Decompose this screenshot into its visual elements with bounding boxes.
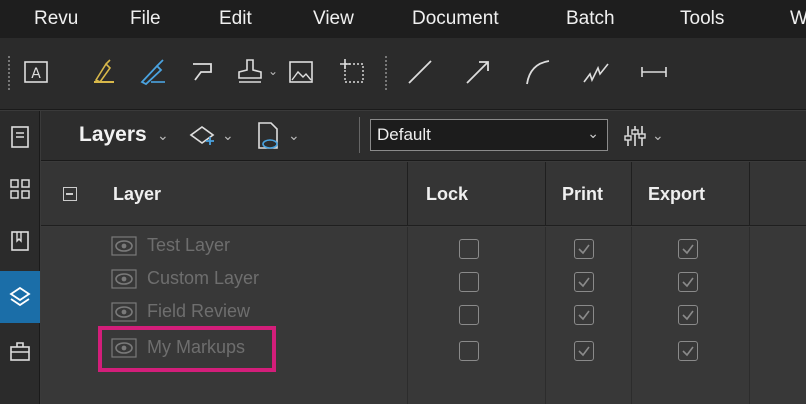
visibility-eye-icon[interactable] [111,301,137,322]
menu-view[interactable]: View [313,8,354,30]
column-divider [749,227,750,404]
table-row[interactable]: Custom Layer [41,264,806,298]
chevron-down-icon: ⌄ [587,125,599,141]
menu-bar: Revu File Edit View Document Batch Tools… [0,0,806,38]
layer-preset-value: Default [377,125,431,144]
line-icon[interactable] [402,54,438,90]
arrow-icon[interactable] [460,54,496,90]
pen-icon[interactable] [135,54,171,90]
print-checkbox[interactable] [574,239,594,259]
layer-name: Test Layer [147,235,231,255]
stamp-icon[interactable] [233,54,269,90]
layer-name-cell: Custom Layer [111,268,259,289]
layer-name-cell: Field Review [111,301,250,322]
dimension-icon[interactable] [636,54,672,90]
column-divider [407,227,408,404]
visibility-eye-icon[interactable] [111,268,137,289]
export-checkbox[interactable] [678,272,698,292]
print-checkbox[interactable] [574,272,594,292]
callout-icon[interactable] [185,54,221,90]
toolchest-icon [10,342,30,361]
svg-text:A: A [31,66,41,82]
thumbnails-tab[interactable] [0,111,40,163]
lock-checkbox[interactable] [459,272,479,292]
menu-batch[interactable]: Batch [566,8,615,30]
image-icon[interactable] [283,54,319,90]
filter-settings-icon[interactable] [622,123,648,149]
layer-name: Custom Layer [147,268,260,288]
markup-toolbar: A ⌄ [0,38,806,110]
layers-table-body: Test Layer Custom Layer Field Review My … [41,227,806,404]
grid-tab[interactable] [0,163,40,215]
thumbnails-icon [11,126,29,148]
bookmarks-tab[interactable] [0,215,40,267]
annotation-highlight-box [98,326,276,372]
menu-edit[interactable]: Edit [219,8,252,30]
cloud-line-icon[interactable] [578,54,614,90]
stamp-dropdown-icon[interactable]: ⌄ [268,64,278,78]
layer-preset-select[interactable]: Default ⌄ [370,119,608,151]
chevron-down-icon[interactable]: ⌄ [288,127,300,144]
chevron-down-icon[interactable]: ⌄ [222,127,234,144]
column-header-export[interactable]: Export [631,162,749,226]
menu-tools[interactable]: Tools [680,8,724,30]
collapse-all-icon[interactable] [63,187,77,201]
export-checkbox[interactable] [678,239,698,259]
arc-icon[interactable] [520,54,556,90]
column-header-empty [749,162,806,226]
export-checkbox[interactable] [678,305,698,325]
bookmarks-tile-icon [10,179,30,199]
layer-name: Field Review [147,301,251,321]
menu-file[interactable]: File [130,8,161,30]
lock-checkbox[interactable] [459,239,479,259]
layers-panel-header: Layers ⌄ ⌄ ⌄ Default ⌄ ⌄ [41,111,806,161]
table-row[interactable]: Test Layer [41,231,806,265]
header-divider [359,117,361,153]
left-panel-rail [0,111,40,404]
text-box-icon[interactable]: A [18,54,54,90]
layers-tab[interactable] [0,271,40,323]
new-layer-icon[interactable] [187,121,217,151]
toolchest-tab[interactable] [0,325,40,377]
layer-name-cell: Test Layer [111,235,230,256]
chevron-down-icon[interactable]: ⌄ [652,127,664,144]
snapshot-icon[interactable] [335,54,371,90]
menu-window[interactable]: W [790,8,806,30]
export-checkbox[interactable] [678,341,698,361]
toolbar-grip[interactable] [8,56,10,90]
menu-revu[interactable]: Revu [34,8,78,30]
highlight-icon[interactable] [86,54,122,90]
lock-checkbox[interactable] [459,305,479,325]
column-divider [545,227,546,404]
column-header-print[interactable]: Print [545,162,631,226]
column-header-lock[interactable]: Lock [407,162,545,226]
lock-checkbox[interactable] [459,341,479,361]
panel-title[interactable]: Layers [79,123,147,147]
menu-document[interactable]: Document [412,8,499,30]
layers-icon [9,286,31,307]
layers-table-header: Layer Lock Print Export [41,162,806,226]
layer-page-icon[interactable] [253,120,283,152]
column-divider [631,227,632,404]
toolbar-separator [385,56,387,90]
column-header-layer[interactable]: Layer [99,162,409,226]
chevron-down-icon[interactable]: ⌄ [157,127,169,144]
print-checkbox[interactable] [574,305,594,325]
bookmarks-icon [11,231,29,251]
visibility-eye-icon[interactable] [111,235,137,256]
print-checkbox[interactable] [574,341,594,361]
